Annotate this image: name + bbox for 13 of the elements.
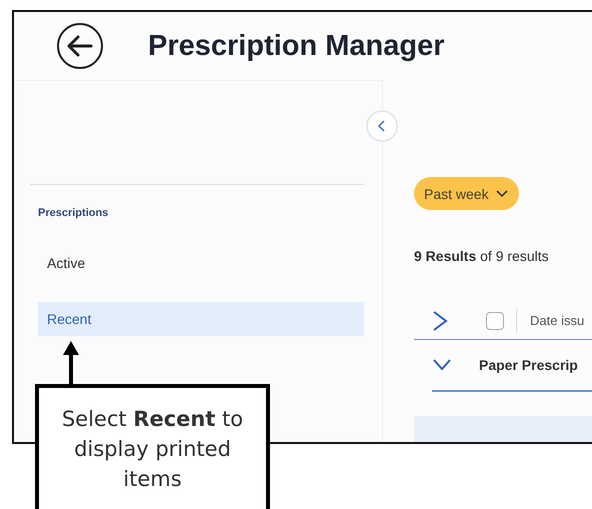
section-heading: Prescriptions <box>38 207 110 219</box>
group-label: Paper Prescrip <box>479 357 578 373</box>
callout-text: Select Recent to display printed items <box>35 384 270 509</box>
filter-dropdown[interactable]: Past week <box>414 177 519 210</box>
callout-arrow <box>61 340 81 386</box>
page-title: Prescription Manager <box>148 30 445 62</box>
back-icon[interactable] <box>56 22 104 70</box>
sidebar-item[interactable]: Recent <box>38 302 364 336</box>
chevron-down-icon <box>496 190 508 198</box>
sidebar-item[interactable]: Active <box>38 246 364 280</box>
column-header: Date issu <box>530 313 584 328</box>
results-count: 9 Results of 9 results <box>414 247 549 266</box>
select-all-checkbox[interactable] <box>486 312 504 330</box>
